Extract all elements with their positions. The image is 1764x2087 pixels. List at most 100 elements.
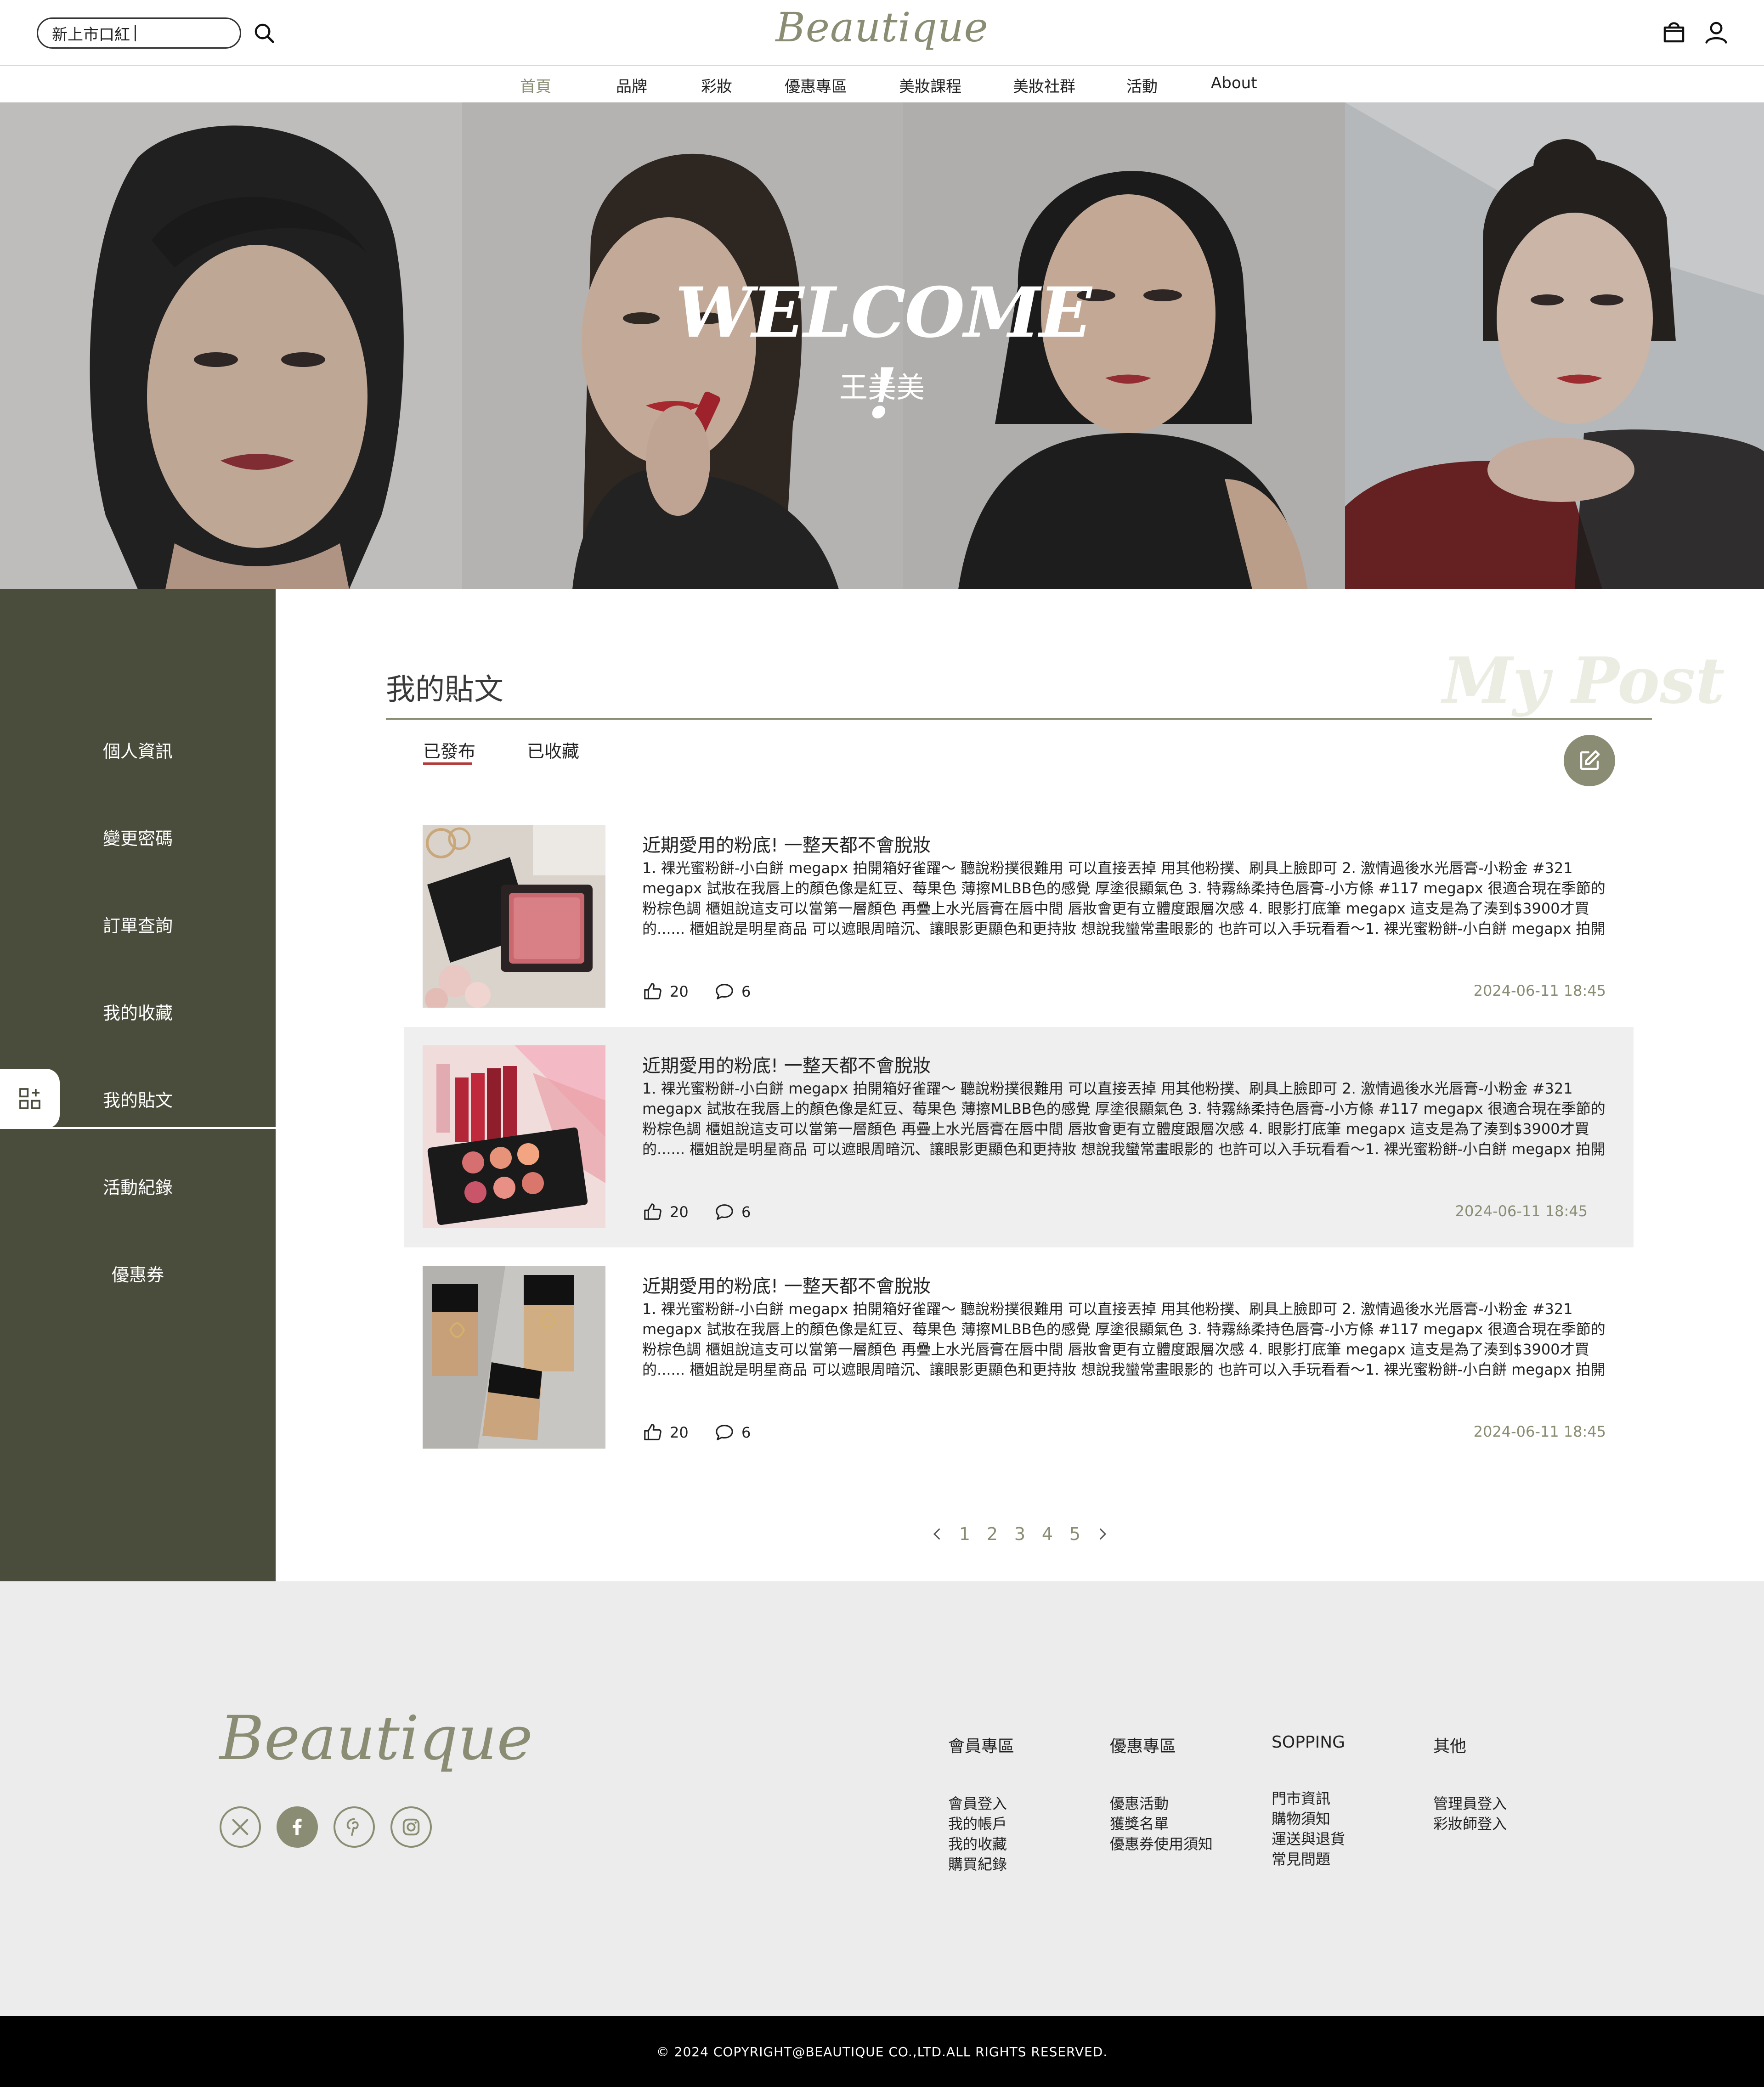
page-number[interactable]: 3 — [1006, 1524, 1034, 1544]
footer-link[interactable]: 會員登入 — [948, 1794, 1014, 1814]
footer-column-member: 會員專區 會員登入 我的帳戶 我的收藏 購買紀錄 — [948, 1733, 1014, 1874]
footer-link[interactable]: 管理員登入 — [1433, 1794, 1507, 1814]
footer-link[interactable]: 我的收藏 — [948, 1834, 1014, 1854]
sidebar-item-my-posts[interactable]: 我的貼文 — [0, 1086, 276, 1111]
member-sidebar: 個人資訊 變更密碼 訂單查詢 我的收藏 我的貼文 活動紀錄 優惠券 登出 — [0, 589, 276, 1977]
instagram-social-link[interactable] — [390, 1806, 432, 1848]
hero-banner: WELCOME ! 王美美 — [0, 102, 1764, 589]
copyright-bar: © 2024 COPYRIGHT@BEAUTIQUE CO.,LTD.ALL R… — [0, 2016, 1764, 2087]
comment-count-value: 6 — [741, 1424, 751, 1441]
welcome-title: WELCOME ! — [675, 272, 1092, 434]
pinterest-social-link[interactable] — [334, 1806, 375, 1848]
footer-link[interactable]: 獲獎名單 — [1110, 1814, 1213, 1834]
post-card[interactable]: 近期愛用的粉底! 一整天都不會脫妝 1. 裸光蜜粉餅-小白餅 megapx 拍開… — [404, 1247, 1634, 1468]
nav-item-brands[interactable]: 品牌 — [616, 74, 647, 96]
post-date: 2024-06-11 18:45 — [1455, 1202, 1588, 1220]
footer-link[interactable]: 購買紀錄 — [948, 1854, 1014, 1874]
post-card[interactable]: 近期愛用的粉底! 一整天都不會脫妝 1. 裸光蜜粉餅-小白餅 megapx 拍開… — [404, 1027, 1634, 1247]
edit-icon — [1580, 750, 1600, 770]
page-number[interactable]: 5 — [1061, 1524, 1089, 1544]
footer-link[interactable]: 優惠券使用須知 — [1110, 1834, 1213, 1854]
nav-item-events[interactable]: 活動 — [1126, 74, 1158, 96]
prev-page-button[interactable] — [923, 1526, 951, 1542]
tab-saved[interactable]: 已收藏 — [527, 737, 579, 762]
sidebar-item-activity-log[interactable]: 活動紀錄 — [0, 1173, 276, 1199]
footer-column-title: 會員專區 — [948, 1737, 1015, 1756]
sidebar-item-coupons[interactable]: 優惠券 — [0, 1261, 276, 1286]
footer-link[interactable]: 優惠活動 — [1110, 1794, 1213, 1814]
x-social-link[interactable] — [220, 1806, 261, 1848]
nav-item-makeup[interactable]: 彩妝 — [701, 74, 732, 96]
like-count[interactable]: 20 — [642, 981, 689, 1002]
footer-link[interactable]: 彩妝師登入 — [1433, 1814, 1507, 1834]
page-number[interactable]: 1 — [951, 1524, 978, 1544]
nav-item-courses[interactable]: 美妝課程 — [899, 74, 961, 96]
thumbs-up-icon — [644, 1424, 662, 1440]
nav-item-deals[interactable]: 優惠專區 — [785, 74, 847, 96]
comment-count[interactable]: 6 — [714, 1201, 751, 1223]
post-card[interactable]: 近期愛用的粉底! 一整天都不會脫妝 1. 裸光蜜粉餅-小白餅 megapx 拍開… — [404, 807, 1634, 1027]
sidebar-item-favorites[interactable]: 我的收藏 — [0, 999, 276, 1024]
post-thumbnail[interactable] — [423, 825, 605, 1008]
footer-logo[interactable]: Beautique — [220, 1703, 533, 1774]
footer-column-shopping: SOPPING 門市資訊 購物須知 運送與退貨 常見問題 — [1272, 1733, 1345, 1869]
title-divider — [386, 718, 1652, 720]
footer-column-title: 其他 — [1433, 1737, 1467, 1756]
search-input[interactable]: 新上市口紅 — [37, 17, 241, 49]
page-number[interactable]: 4 — [1034, 1524, 1061, 1544]
text-caret — [135, 25, 136, 41]
site-footer: Beautique 會員專區 會員登入 我的帳戶 我的收藏 購買紀錄 優惠專區 … — [0, 1581, 1764, 2016]
nav-item-community[interactable]: 美妝社群 — [1013, 74, 1075, 96]
post-thumbnail[interactable] — [423, 1045, 605, 1228]
footer-link[interactable]: 運送與退貨 — [1272, 1829, 1345, 1849]
comment-count[interactable]: 6 — [714, 981, 751, 1002]
footer-column-title: SOPPING — [1272, 1733, 1346, 1752]
like-count[interactable]: 20 — [642, 1201, 689, 1223]
new-post-button[interactable] — [1564, 735, 1615, 786]
post-title[interactable]: 近期愛用的粉底! 一整天都不會脫妝 — [642, 830, 931, 857]
copyright-text: © 2024 COPYRIGHT@BEAUTIQUE CO.,LTD.ALL R… — [656, 2044, 1108, 2059]
post-excerpt: 1. 裸光蜜粉餅-小白餅 megapx 拍開箱好雀躍～ 聽說粉撲很難用 可以直接… — [642, 859, 1606, 937]
next-page-button[interactable] — [1089, 1526, 1116, 1542]
pagination: 1 2 3 4 5 — [923, 1520, 1116, 1548]
post-thumbnail[interactable] — [423, 1266, 605, 1449]
footer-link[interactable]: 門市資訊 — [1272, 1788, 1345, 1809]
sidebar-item-change-password[interactable]: 變更密碼 — [0, 824, 276, 850]
comment-icon — [716, 1204, 733, 1220]
search-input-value: 新上市口紅 — [52, 25, 130, 44]
thumbs-up-icon — [644, 983, 662, 999]
footer-link[interactable]: 常見問題 — [1272, 1849, 1345, 1869]
footer-link[interactable]: 購物須知 — [1272, 1809, 1345, 1829]
pinterest-icon — [346, 1818, 359, 1836]
post-title[interactable]: 近期愛用的粉底! 一整天都不會脫妝 — [642, 1051, 931, 1077]
nav-item-home[interactable]: 首頁 — [520, 74, 551, 96]
user-icon[interactable] — [1702, 18, 1730, 46]
like-count[interactable]: 20 — [642, 1422, 689, 1443]
site-header: 新上市口紅 Beautique — [0, 0, 1764, 66]
footer-column-other: 其他 管理員登入 彩妝師登入 — [1433, 1733, 1507, 1834]
instagram-icon — [402, 1818, 420, 1836]
comment-icon — [716, 984, 733, 999]
facebook-social-link[interactable] — [277, 1806, 318, 1848]
active-tab-underline — [423, 762, 472, 765]
sidebar-item-profile[interactable]: 個人資訊 — [0, 737, 276, 762]
post-title[interactable]: 近期愛用的粉底! 一整天都不會脫妝 — [642, 1271, 931, 1298]
page-number[interactable]: 2 — [978, 1524, 1006, 1544]
x-icon — [232, 1819, 249, 1835]
nav-item-about[interactable]: About — [1211, 74, 1257, 92]
like-count-value: 20 — [670, 1203, 689, 1221]
sidebar-item-orders[interactable]: 訂單查詢 — [0, 912, 276, 937]
post-excerpt: 1. 裸光蜜粉餅-小白餅 megapx 拍開箱好雀躍～ 聽說粉撲很難用 可以直接… — [642, 1300, 1606, 1378]
welcome-username: 王美美 — [839, 371, 925, 404]
site-logo[interactable]: Beautique — [744, 4, 1020, 51]
search-icon[interactable] — [252, 21, 277, 45]
post-date: 2024-06-11 18:45 — [1473, 982, 1606, 999]
footer-link[interactable]: 我的帳戶 — [948, 1814, 1014, 1834]
like-count-value: 20 — [670, 983, 689, 1000]
comment-count[interactable]: 6 — [714, 1422, 751, 1443]
shopping-bag-icon[interactable] — [1660, 18, 1688, 46]
comment-count-value: 6 — [741, 983, 751, 1000]
chevron-left-icon — [933, 1529, 940, 1540]
tab-published[interactable]: 已發布 — [423, 737, 475, 762]
chevron-right-icon — [1100, 1529, 1107, 1540]
